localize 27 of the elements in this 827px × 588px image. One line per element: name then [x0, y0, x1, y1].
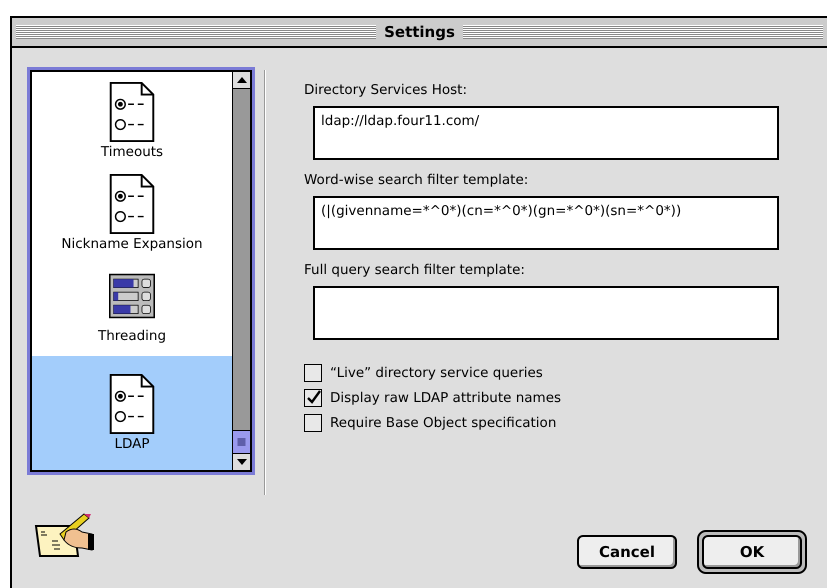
text-field[interactable]: (|(givenname=*^0*)(cn=*^0*)(gn=*^0*)(sn=*^0*))	[313, 196, 779, 250]
scroll-thumb[interactable]	[233, 430, 250, 453]
form-icon	[109, 374, 155, 434]
ok-button[interactable]: OK	[702, 535, 802, 569]
text-field[interactable]: ldap://ldap.four11.com/	[313, 106, 779, 160]
field-label: Directory Services Host:	[304, 82, 468, 98]
scroll-down-icon[interactable]	[233, 453, 250, 470]
field-label: Full query search filter template:	[304, 262, 525, 278]
checkbox-label: “Live” directory service queries	[330, 365, 543, 381]
checkbox[interactable]	[304, 414, 322, 432]
checkbox[interactable]	[304, 389, 322, 407]
category-item[interactable]: Nickname Expansion	[32, 172, 232, 254]
category-item[interactable]: LDAP	[32, 356, 232, 470]
cancel-button[interactable]: Cancel	[577, 535, 677, 569]
text-field[interactable]	[313, 286, 779, 340]
window-title: Settings	[383, 23, 456, 41]
checkbox-label: Display raw LDAP attribute names	[330, 390, 562, 406]
checkbox[interactable]	[304, 364, 322, 382]
category-item[interactable]: Timeouts	[32, 80, 232, 162]
writing-hand-icon	[34, 512, 96, 560]
field-label: Word-wise search filter template:	[304, 172, 528, 188]
scrollbar[interactable]	[232, 72, 250, 470]
checkbox-label: Require Base Object specification	[330, 415, 556, 431]
category-item[interactable]: Threading	[32, 264, 232, 346]
form-icon	[109, 174, 155, 234]
form-icon	[109, 82, 155, 142]
scroll-up-icon[interactable]	[233, 72, 250, 89]
